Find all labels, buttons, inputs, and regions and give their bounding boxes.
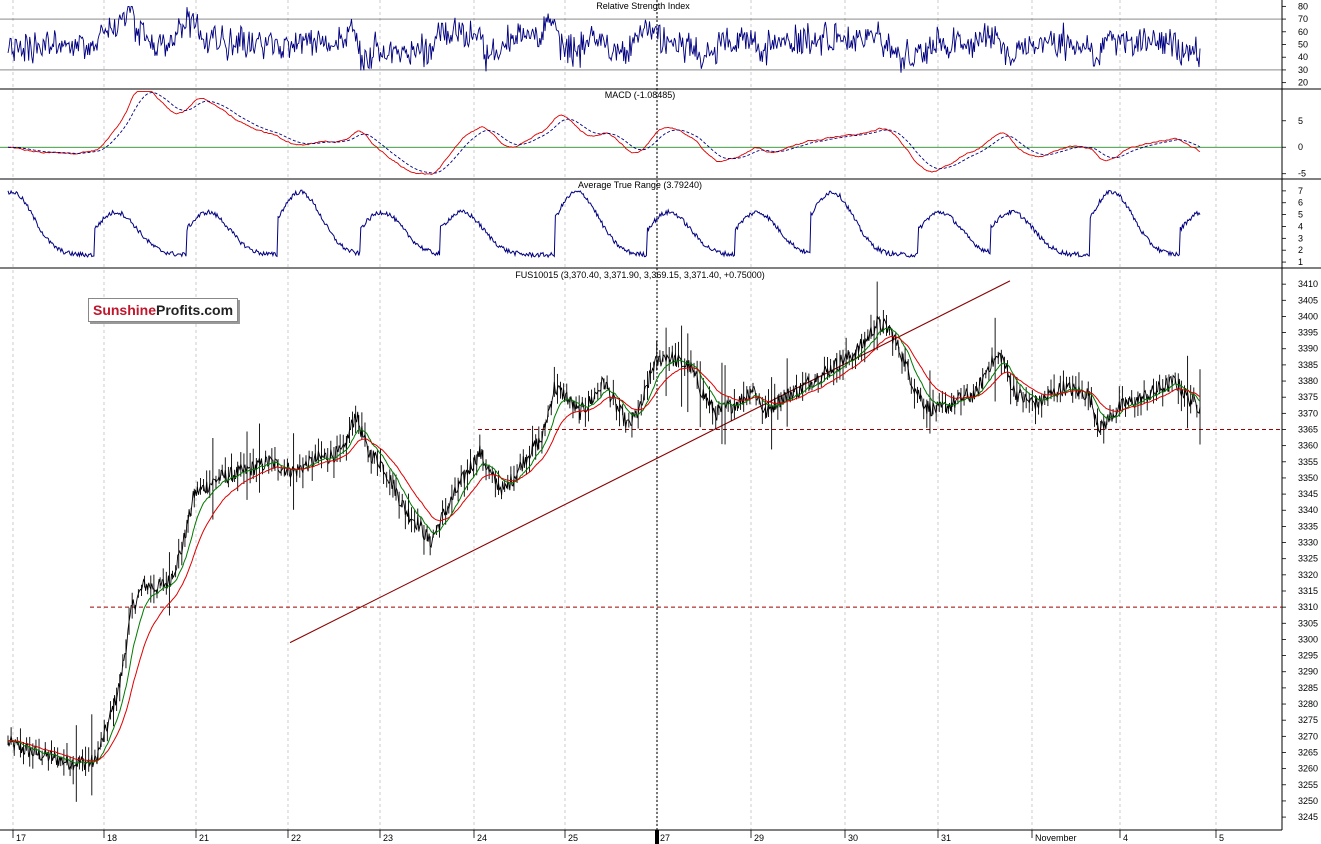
y-tick-label: 3410 (1298, 279, 1318, 289)
rsi-line (7, 5, 1201, 73)
y-tick-label: 3405 (1298, 295, 1318, 305)
y-tick-label: 40 (1298, 52, 1308, 62)
x-axis: 17 18 21 22 23 24 25 27 29 30 31 November 4 5 (12, 830, 1224, 844)
y-tick-label: -5 (1298, 169, 1306, 179)
x-tick-label: 18 (107, 833, 117, 843)
brand-part1: Sunshine (92, 302, 156, 318)
y-tick-label: 3345 (1298, 489, 1318, 499)
y-tick-label: 2 (1298, 245, 1303, 255)
y-tick-label: 6 (1298, 198, 1303, 208)
y-tick-label: 3320 (1298, 570, 1318, 580)
macd-title: MACD (-1.08485) (605, 90, 676, 100)
x-tick-label: 27 (660, 833, 670, 843)
y-tick-label: 3335 (1298, 521, 1318, 531)
session-marker (655, 830, 659, 844)
x-tick-label: November (1035, 833, 1077, 843)
y-tick-label: 3310 (1298, 602, 1318, 612)
y-tick-label: 3280 (1298, 699, 1318, 709)
y-tick-label: 3375 (1298, 392, 1318, 402)
macd-line (7, 91, 1201, 175)
y-tick-label: 3370 (1298, 408, 1318, 418)
y-tick-label: 3380 (1298, 376, 1318, 386)
y-tick-label: 3390 (1298, 344, 1318, 354)
y-tick-label: 50 (1298, 40, 1308, 50)
x-tick-label: 29 (754, 833, 764, 843)
y-tick-label: 7 (1298, 186, 1303, 196)
y-tick-label: 1 (1298, 257, 1303, 267)
stock-chart: 20304050607080 -505 1234567 324532503255… (0, 0, 1321, 844)
y-tick-label: 3340 (1298, 505, 1318, 515)
x-tick-label: 31 (941, 833, 951, 843)
y-tick-label: 5 (1298, 116, 1303, 126)
price-panel: 3245 3250 3255 3260 3265 3270 3275 3280 3285 3290… (7, 279, 1318, 822)
x-tick-label: 21 (199, 833, 209, 843)
y-tick-label: 80 (1298, 1, 1308, 11)
x-tick-label: 23 (383, 833, 393, 843)
y-tick-label: 3355 (1298, 457, 1318, 467)
x-tick-label: 4 (1123, 833, 1128, 843)
y-tick-label: 20 (1298, 78, 1308, 88)
ema-slow-line (7, 335, 1201, 762)
y-tick-label: 3325 (1298, 554, 1318, 564)
y-tick-label: 3305 (1298, 618, 1318, 628)
y-tick-label: 4 (1298, 221, 1303, 231)
y-tick-label: 3255 (1298, 780, 1318, 790)
atr-panel: 1 2 3 45 6 7 (7, 186, 1303, 267)
x-tick-label: 17 (16, 833, 26, 843)
y-tick-label: 70 (1298, 14, 1308, 24)
atr-line (7, 189, 1201, 259)
y-tick-label: 3260 (1298, 764, 1318, 774)
y-tick-label: 3 (1298, 233, 1303, 243)
y-tick-label: 3360 (1298, 441, 1318, 451)
x-tick-label: 22 (291, 833, 301, 843)
y-tick-label: 3315 (1298, 586, 1318, 596)
y-tick-label: 5 (1298, 210, 1303, 220)
y-tick-label: 3300 (1298, 634, 1318, 644)
y-tick-label: 3350 (1298, 473, 1318, 483)
x-tick-label: 5 (1219, 833, 1224, 843)
price-line (7, 315, 1201, 771)
y-tick-label: 3295 (1298, 651, 1318, 661)
rsi-title: Relative Strength Index (596, 1, 690, 11)
brand-logo[interactable]: SunshineProfits.com (88, 298, 238, 322)
x-tick-label: 24 (477, 833, 487, 843)
y-tick-label: 3385 (1298, 360, 1318, 370)
y-tick-label: 3290 (1298, 667, 1318, 677)
y-tick-label: 3270 (1298, 731, 1318, 741)
y-tick-label: 3265 (1298, 747, 1318, 757)
brand-part2: Profits.com (156, 302, 234, 318)
y-tick-label: 3330 (1298, 538, 1318, 548)
y-tick-label: 3250 (1298, 796, 1318, 806)
y-tick-label: 3285 (1298, 683, 1318, 693)
y-tick-label: 3245 (1298, 812, 1318, 822)
y-tick-label: 3395 (1298, 328, 1318, 338)
trendline (289, 280, 1011, 644)
y-tick-label: 30 (1298, 65, 1308, 75)
x-tick-label: 30 (848, 833, 858, 843)
y-tick-label: 0 (1298, 142, 1303, 152)
y-tick-label: 3365 (1298, 424, 1318, 434)
chart-grid (0, 0, 1321, 831)
atr-title: Average True Range (3.79240) (578, 180, 702, 190)
y-tick-label: 3400 (1298, 311, 1318, 321)
y-tick-label: 60 (1298, 27, 1308, 37)
y-tick-label: 3275 (1298, 715, 1318, 725)
price-title: FUS10015 (3,370.40, 3,371.90, 3,369.15, … (515, 270, 764, 280)
x-tick-label: 25 (568, 833, 578, 843)
